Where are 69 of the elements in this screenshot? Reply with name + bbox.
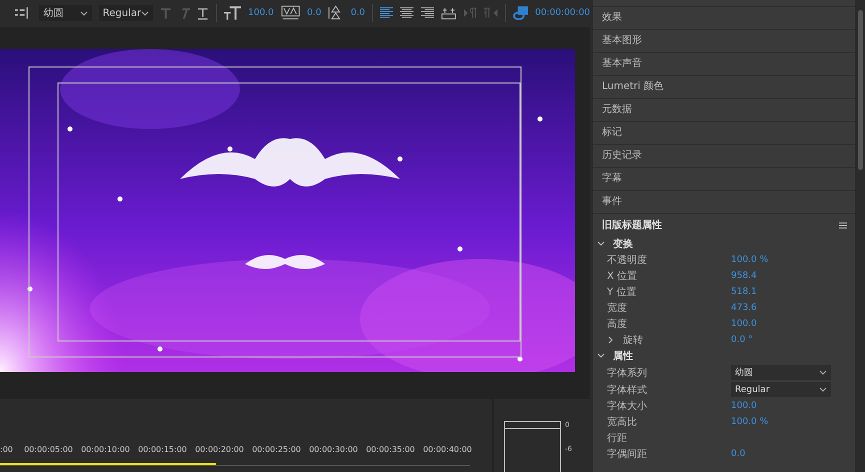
section-label: 变换	[613, 237, 633, 251]
menu-icon[interactable]	[839, 222, 847, 228]
kerning-value[interactable]: 0.0	[307, 8, 322, 18]
property-value[interactable]: 958.4	[731, 271, 757, 281]
chevron-icon[interactable]	[597, 352, 605, 360]
property-value[interactable]: 100.0	[731, 401, 757, 411]
panel-tab[interactable]: 字幕	[593, 168, 855, 191]
font-size-icon	[224, 6, 241, 20]
panel-tab[interactable]: 基本图形	[593, 30, 855, 53]
caret-icon	[141, 10, 150, 16]
property-dropdown[interactable]: 幼圆	[731, 365, 831, 380]
property-label: 宽高比	[607, 416, 637, 429]
panel-tab[interactable]: 元数据	[593, 99, 855, 122]
panel-tab[interactable]: 历史记录	[593, 145, 855, 168]
time-label: 00:00:25:00	[251, 445, 302, 454]
timecode-value[interactable]: 00:00:00:00	[535, 8, 590, 18]
property-value[interactable]: 100.0	[731, 319, 757, 329]
list-icon[interactable]	[15, 7, 28, 20]
align-icon[interactable]	[420, 7, 434, 20]
time-label: 00:00:15:00	[137, 445, 188, 454]
property-label: 旋转	[623, 334, 643, 347]
leading-value[interactable]: 0.0	[350, 8, 366, 18]
audio-meter	[504, 421, 561, 472]
time-label: 00:00:10:00	[80, 445, 131, 454]
timecode-icon[interactable]	[512, 6, 528, 20]
property-value[interactable]: 0.0 °	[731, 335, 753, 345]
property-label: X 位置	[607, 270, 638, 283]
underline-icon[interactable]	[197, 6, 209, 20]
font-family-dropdown[interactable]: 幼圆	[39, 5, 92, 22]
property-value[interactable]: 0.0	[731, 449, 746, 459]
property-label: 不透明度	[607, 254, 647, 267]
property-value[interactable]: 473.6	[731, 303, 757, 313]
align-icon[interactable]	[380, 7, 394, 20]
tab-stops-icon[interactable]	[441, 6, 457, 20]
property-label: 高度	[607, 318, 627, 331]
property-label: 字体系列	[607, 366, 647, 380]
property-dropdown[interactable]: Regular	[731, 382, 831, 397]
font-style-dropdown[interactable]: Regular	[98, 5, 154, 22]
time-label: 00:00:40:00	[422, 445, 473, 454]
chevron-icon[interactable]	[607, 336, 615, 344]
section-label: 属性	[613, 350, 633, 363]
property-label: 字偶间距	[607, 448, 647, 461]
panel-tab[interactable]: 基本声音	[593, 53, 855, 76]
panel-tab[interactable]: 效果	[593, 7, 855, 30]
property-value[interactable]: 100.0 %	[731, 255, 768, 265]
property-label: 行距	[607, 432, 627, 445]
time-label: :00	[0, 445, 14, 454]
panel-tab[interactable]: Lumetri 颜色	[593, 76, 855, 99]
time-label: 00:00:20:00	[194, 445, 245, 454]
font-size-value[interactable]: 100.0	[248, 8, 274, 18]
time-label: 00:00:05:00	[23, 445, 74, 454]
kerning-icon	[280, 5, 300, 22]
property-label: 字体大小	[607, 400, 647, 413]
panel-title: 旧版标题属性	[602, 218, 662, 232]
chevron-icon[interactable]	[597, 240, 605, 248]
property-label: Y 位置	[607, 286, 636, 299]
time-label: 00:00:30:00	[308, 445, 359, 454]
panel-tab[interactable]: 标记	[593, 122, 855, 145]
caret-icon	[819, 370, 827, 375]
caret-icon	[819, 387, 827, 392]
property-label: 宽度	[607, 302, 627, 315]
scrollbar-thumb[interactable]	[858, 10, 862, 170]
caret-icon	[80, 10, 88, 16]
panel-tab[interactable]: 事件	[593, 191, 855, 214]
property-value[interactable]: 518.1	[731, 287, 757, 297]
time-label: 00:00:35:00	[365, 445, 416, 454]
align-icon[interactable]	[400, 7, 414, 20]
property-value[interactable]: 100.0 %	[731, 417, 768, 427]
property-label: 字体样式	[607, 384, 647, 396]
